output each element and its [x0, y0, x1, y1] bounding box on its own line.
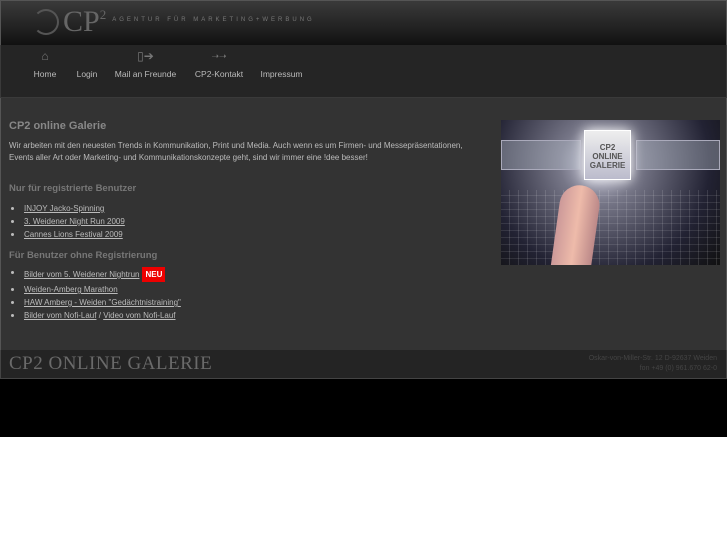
- nav-label: Impressum: [260, 69, 303, 79]
- page-title: CP2 online Galerie: [9, 120, 107, 132]
- logo-sup: 2: [99, 7, 107, 22]
- new-badge: NEU: [142, 267, 166, 282]
- footer-title: CP2 ONLINE GALERIE: [9, 353, 213, 374]
- header: CP 2 AGENTUR FÜR MARKETING+WERBUNG: [0, 0, 727, 45]
- mail-forward-icon: ▯➔: [137, 49, 154, 63]
- main-nav: ⌂ Home Login ▯➔ Mail an Freunde ➝➝ CP2-Kont…: [0, 45, 727, 98]
- list-item: Cannes Lions Festival 2009: [11, 228, 125, 241]
- logo[interactable]: CP 2 AGENTUR FÜR MARKETING+WERBUNG: [33, 7, 315, 37]
- content: CP2 online Galerie Wir arbeiten mit den …: [0, 98, 727, 350]
- caption-line: CP2: [599, 143, 616, 152]
- address: Oskar-von-Miller-Str. 12 D-92637 Weiden: [588, 355, 717, 362]
- video-link[interactable]: Video vom Nofi-Lauf: [103, 311, 175, 320]
- nav-contact[interactable]: ➝➝ CP2-Kontakt: [193, 49, 245, 79]
- nav-home[interactable]: ⌂ Home: [31, 49, 59, 79]
- gallery-link[interactable]: Bilder vom 5. Weidener Nightrun: [24, 270, 139, 279]
- image-card: CP2 ONLINE GALERIE: [584, 130, 631, 180]
- separator: /: [98, 311, 101, 320]
- gallery-link[interactable]: Cannes Lions Festival 2009: [24, 230, 123, 239]
- list-item: 3. Weidener Night Run 2009: [11, 215, 125, 228]
- list-item: Bilder vom 5. Weidener Nightrun NEU: [11, 266, 181, 283]
- image-panel: [501, 140, 581, 170]
- list-item: HAW Amberg - Weiden "Gedächtnistraining": [11, 296, 181, 309]
- nav-label: Home: [33, 69, 57, 79]
- caption-line: GALERIE: [589, 161, 626, 170]
- phone: fon +49 (0) 961.670 62-0: [639, 365, 717, 372]
- gallery-link[interactable]: 3. Weidener Night Run 2009: [24, 217, 125, 226]
- footer: CP2 ONLINE GALERIE Oskar-von-Miller-Str.…: [0, 350, 727, 379]
- registered-list: INJOY Jacko-Spinning 3. Weidener Night R…: [11, 202, 125, 241]
- tagline: AGENTUR FÜR MARKETING+WERBUNG: [112, 17, 315, 23]
- gallery-link[interactable]: INJOY Jacko-Spinning: [24, 204, 104, 213]
- footer-address: Oskar-von-Miller-Str. 12 D-92637 Weiden f…: [589, 354, 717, 374]
- list-item: Bilder vom Nofi-Lauf / Video vom Nofi-La…: [11, 309, 181, 322]
- nav-label: CP2-Kontakt: [194, 69, 244, 79]
- image-panel: [636, 140, 720, 170]
- page: CP 2 AGENTUR FÜR MARKETING+WERBUNG ⌂ Home…: [0, 0, 727, 437]
- logo-text: CP: [63, 5, 100, 38]
- intro-text: Wir arbeiten mit den neuesten Trends in …: [9, 141, 463, 162]
- list-item: Weiden-Amberg Marathon: [11, 283, 181, 296]
- registered-heading: Nur für registrierte Benutzer: [9, 183, 137, 194]
- nav-label: Login: [76, 69, 98, 79]
- nav-login[interactable]: Login: [73, 49, 101, 79]
- gallery-link[interactable]: Bilder vom Nofi-Lauf: [24, 311, 96, 320]
- home-icon: ⌂: [41, 49, 49, 63]
- public-heading: Für Benutzer ohne Registrierung: [9, 250, 158, 261]
- logo-swirl-icon: [33, 9, 59, 35]
- gallery-link[interactable]: Weiden-Amberg Marathon: [24, 285, 118, 294]
- contact-arrows-icon: ➝➝: [211, 51, 227, 61]
- gallery-link[interactable]: HAW Amberg - Weiden "Gedächtnistraining": [24, 298, 181, 307]
- caption-line: ONLINE: [592, 152, 623, 161]
- list-item: INJOY Jacko-Spinning: [11, 202, 125, 215]
- nav-mail-friends[interactable]: ▯➔ Mail an Freunde: [114, 49, 177, 79]
- public-list: Bilder vom 5. Weidener Nightrun NEU Weide…: [11, 266, 181, 322]
- gallery-hero-image: CP2 ONLINE GALERIE: [501, 120, 720, 265]
- nav-impressum[interactable]: Impressum: [259, 49, 304, 79]
- nav-label: Mail an Freunde: [114, 69, 177, 79]
- image-grid: [501, 190, 720, 265]
